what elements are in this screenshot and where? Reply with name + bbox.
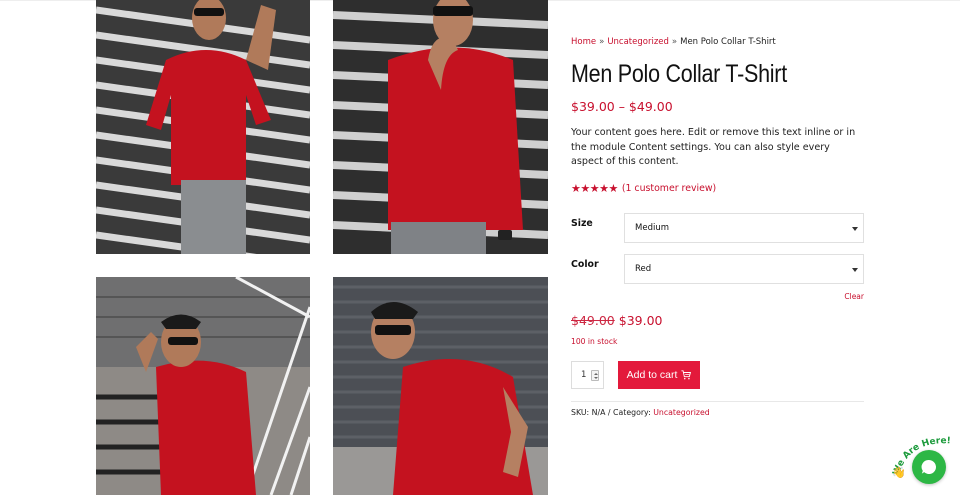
- variation-price: $49.00 $39.00: [571, 313, 663, 328]
- product-photo-1[interactable]: [96, 0, 310, 254]
- regular-price: $49.00: [571, 313, 615, 328]
- stepper-arrows-icon[interactable]: [591, 370, 599, 381]
- review-link[interactable]: (1 customer review): [622, 183, 716, 194]
- product-description: Your content goes here. Edit or remove t…: [571, 127, 856, 167]
- product-photo-3[interactable]: [96, 277, 310, 495]
- add-to-cart-label: Add to cart: [626, 369, 678, 381]
- quantity-stepper[interactable]: 1: [571, 361, 604, 389]
- sale-price: $39.00: [618, 313, 663, 328]
- meta-divider: [571, 401, 864, 402]
- color-label: Color: [571, 259, 599, 270]
- chevron-down-icon: [852, 268, 858, 272]
- add-to-cart-button[interactable]: Add to cart: [618, 361, 700, 389]
- chat-widget[interactable]: We Are Here! 👋: [890, 430, 960, 495]
- product-photo-4[interactable]: [333, 277, 548, 495]
- product-rating: ★★★★★ (1 customer review): [571, 182, 716, 195]
- clear-variations-link[interactable]: Clear: [844, 292, 864, 301]
- breadcrumb-category[interactable]: Uncategorized: [607, 37, 669, 47]
- breadcrumb-home[interactable]: Home: [571, 37, 596, 47]
- color-select-value: Red: [635, 264, 652, 274]
- product-meta: SKU: N/A / Category: Uncategorized: [571, 408, 710, 417]
- color-select[interactable]: Red: [624, 254, 864, 284]
- breadcrumb-separator: »: [671, 37, 678, 47]
- sku-text: SKU: N/A / Category:: [571, 408, 651, 417]
- star-rating-icon: ★★★★★: [571, 182, 618, 195]
- breadcrumb-current: Men Polo Collar T-Shirt: [680, 37, 776, 47]
- chevron-down-icon: [852, 227, 858, 231]
- size-select[interactable]: Medium: [624, 213, 864, 243]
- meta-category-link[interactable]: Uncategorized: [653, 408, 710, 417]
- product-title: Men Polo Collar T-Shirt: [571, 60, 787, 88]
- price-range: $39.00 – $49.00: [571, 99, 673, 114]
- breadcrumb: Home» Uncategorized» Men Polo Collar T-Shi…: [571, 37, 776, 47]
- quantity-value: 1: [581, 370, 587, 380]
- size-label: Size: [571, 218, 593, 229]
- waving-hand-icon: 👋: [892, 466, 906, 479]
- stock-status: 100 in stock: [571, 337, 618, 346]
- size-select-value: Medium: [635, 223, 669, 233]
- chat-bubble-icon[interactable]: [912, 450, 946, 484]
- cart-icon: [681, 370, 692, 380]
- product-photo-2[interactable]: [333, 0, 548, 254]
- breadcrumb-separator: »: [599, 37, 605, 47]
